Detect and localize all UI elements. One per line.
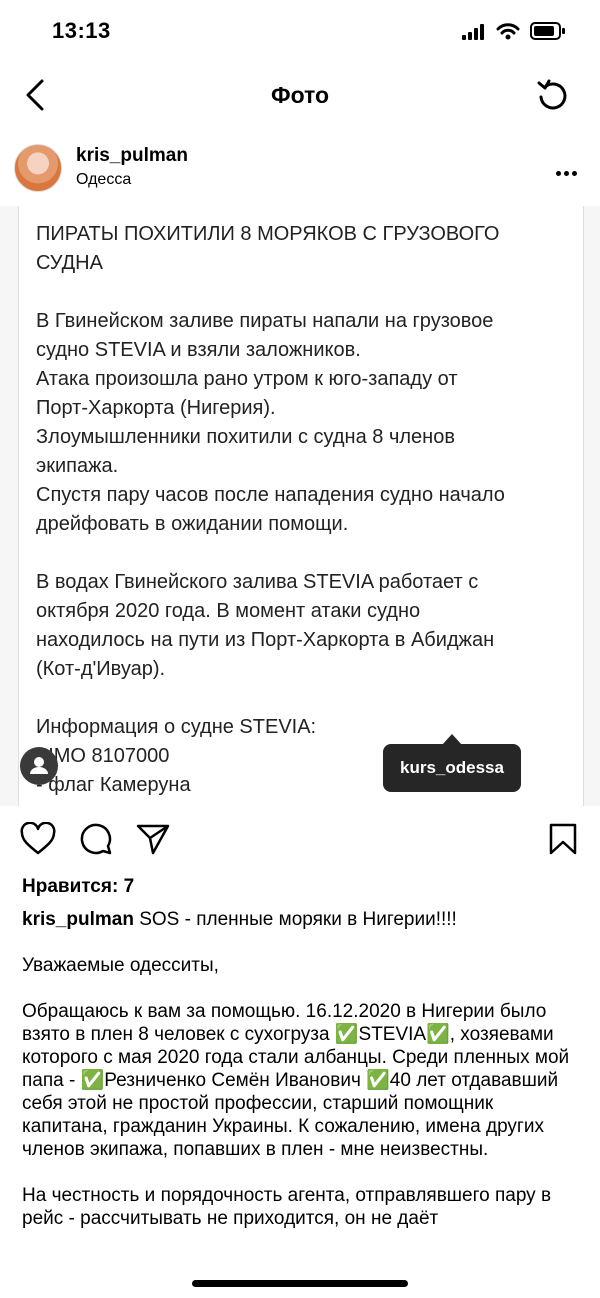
battery-icon: [530, 22, 565, 40]
page-title: Фото: [270, 82, 330, 108]
caption-paragraph: На честность и порядочность агента, отпр…: [22, 1185, 552, 1229]
home-indicator[interactable]: [192, 1280, 408, 1287]
post-username[interactable]: kris_pulman: [76, 145, 188, 167]
comment-icon[interactable]: [79, 822, 113, 856]
photo-user-tag[interactable]: kurs_odessa: [383, 744, 521, 792]
more-options-icon[interactable]: [556, 163, 580, 181]
caption-paragraph: Уважаемые одесситы,: [22, 955, 219, 976]
photo-text: ПИРАТЫ ПОХИТИЛИ 8 МОРЯКОВ С ГРУЗОВОГО СУ…: [36, 220, 576, 806]
post-caption: kris_pulman SOS - пленные моряки в Нигер…: [22, 908, 578, 1253]
user-tags-button[interactable]: [20, 747, 58, 785]
caption-first-line: SOS - пленные моряки в Нигерии!!!!: [139, 909, 457, 930]
status-time: 13:13: [52, 18, 111, 43]
photo-paragraph: В Гвинейском заливе пираты напали на гру…: [36, 310, 505, 535]
photo-paragraph: В водах Гвинейского залива STEVIA работа…: [36, 571, 495, 680]
post-location[interactable]: Одесса: [76, 171, 131, 189]
like-icon[interactable]: [20, 822, 56, 856]
refresh-icon[interactable]: [536, 78, 570, 112]
likes-count[interactable]: Нравится: 7: [22, 876, 134, 898]
caption-paragraph: Обращаюсь к вам за помощью. 16.12.2020 в…: [22, 1001, 570, 1160]
post-photo[interactable]: ПИРАТЫ ПОХИТИЛИ 8 МОРЯКОВ С ГРУЗОВОГО СУ…: [0, 206, 600, 806]
person-icon: [30, 757, 48, 774]
share-icon[interactable]: [136, 822, 170, 856]
signal-icon: [462, 24, 484, 40]
photo-paragraph: ПИРАТЫ ПОХИТИЛИ 8 МОРЯКОВ С ГРУЗОВОГО СУ…: [36, 223, 500, 274]
wifi-icon: [496, 23, 520, 40]
save-icon[interactable]: [548, 822, 578, 856]
avatar[interactable]: [14, 144, 62, 192]
caption-username[interactable]: kris_pulman: [22, 909, 134, 930]
